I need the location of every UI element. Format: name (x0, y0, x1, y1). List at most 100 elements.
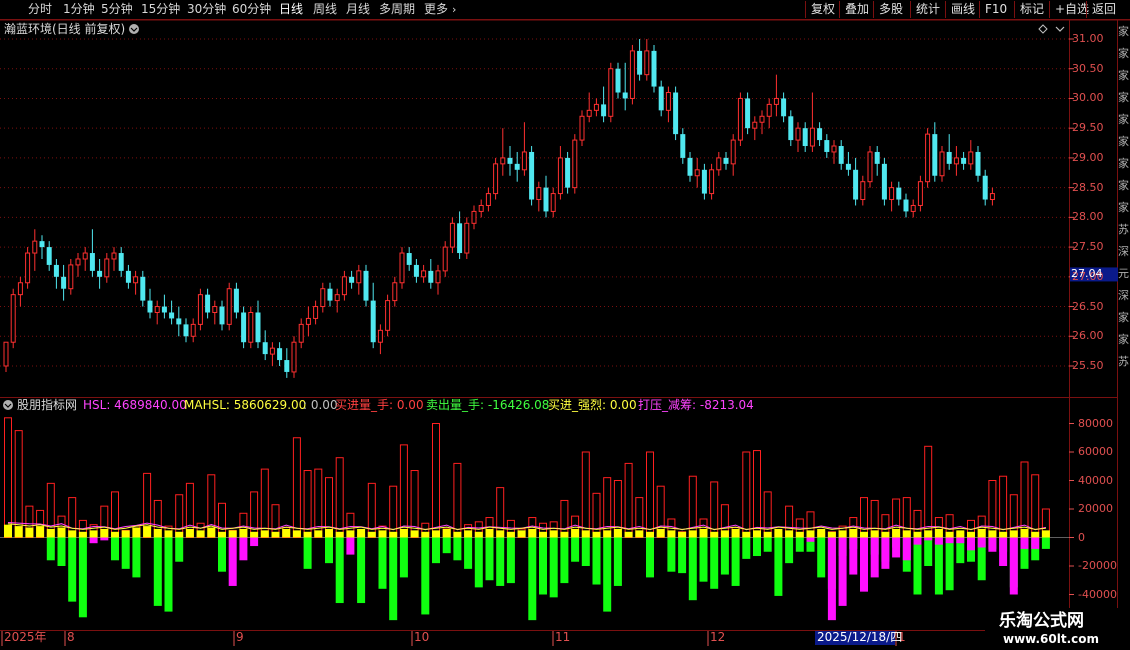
press-volume-bar (849, 537, 858, 575)
main-chart-title: 瀚蓝环境(日线 前复权) (4, 22, 126, 36)
strong-buy-bar (314, 530, 323, 538)
candle-body-down (817, 128, 823, 141)
diamond-icon (1038, 24, 1048, 34)
candle-body-down (601, 104, 607, 117)
press-volume-bar (892, 537, 901, 558)
sell-volume-bar (592, 537, 601, 585)
candle-body-down (61, 276, 67, 289)
strong-buy-bar (36, 526, 45, 538)
press-volume-bar (827, 537, 836, 621)
candle-body-down (529, 151, 535, 200)
strong-buy-bar (239, 528, 248, 538)
candle-body-down (53, 264, 59, 277)
candle-body-up (305, 317, 311, 325)
strong-buy-bar (506, 531, 515, 538)
strong-buy-bar (282, 528, 291, 538)
buy-volume-bar (111, 491, 119, 538)
strong-buy-bar (539, 531, 547, 538)
candle-body-down (845, 163, 851, 170)
sell-volume-bar (945, 537, 954, 591)
strong-buy-bar (464, 530, 473, 538)
indicator-readout: 打压_减筹: -8213.04 (638, 398, 754, 412)
candle-body-up (925, 133, 931, 183)
watermark: 乐淘公式网 www.60lt.com (985, 608, 1130, 650)
strong-buy-bar (271, 531, 280, 538)
date-tick-label: 10 (414, 630, 430, 644)
press-volume-bar (250, 537, 259, 547)
candle-body-up (500, 157, 506, 165)
strong-buy-bar (881, 531, 890, 538)
press-volume-bar (89, 537, 98, 544)
sell-volume-bar (303, 537, 312, 569)
candle-body-down (853, 169, 859, 200)
candle-body-up (557, 157, 563, 195)
sell-volume-bar (613, 537, 622, 586)
strong-buy-bar (913, 531, 922, 538)
sell-volume-bar (442, 537, 451, 554)
candle-body-up (25, 252, 31, 284)
strong-buy-bar (485, 528, 494, 538)
sell-volume-bar (688, 537, 697, 601)
strong-buy-bar (849, 528, 858, 538)
right-strip-char: 家 (1118, 157, 1129, 170)
sell-volume-bar (678, 537, 687, 574)
candle-body-up (917, 181, 923, 206)
sell-volume-bar (731, 537, 740, 586)
volume-tick-label: 0 (1078, 530, 1085, 544)
strong-buy-bar (410, 530, 419, 538)
right-strip-char: 家 (1118, 201, 1129, 214)
press-volume-bar (999, 537, 1008, 566)
sell-volume-bar (699, 537, 708, 582)
strong-buy-bar (25, 527, 34, 538)
candle-body-up (334, 294, 340, 302)
right-strip-char: 家 (1118, 135, 1129, 148)
sell-volume-bar (57, 537, 66, 566)
price-tick-label: 26.50 (1072, 299, 1104, 313)
candle-body-up (442, 246, 448, 272)
candle-body-down (349, 276, 355, 283)
press-volume-bar (239, 537, 248, 561)
strong-buy-bar (121, 530, 130, 538)
press-volume-bar (1020, 537, 1029, 549)
candle-body-up (572, 139, 578, 189)
strong-buy-bar (218, 531, 226, 538)
strong-buy-bar (945, 531, 954, 538)
strong-buy-bar (378, 530, 387, 538)
strong-buy-bar (100, 528, 109, 538)
strong-buy-bar (164, 530, 173, 538)
volume-tick-label: -20000 (1078, 559, 1117, 572)
sell-volume-bar (496, 537, 505, 586)
buy-volume-bar (860, 497, 868, 539)
sell-volume-bar (335, 537, 344, 604)
candle-body-down (701, 169, 707, 194)
title-dropdown-icon (129, 24, 139, 34)
strong-buy-bar (924, 530, 933, 538)
price-tag-label: 27.04 (1071, 267, 1103, 281)
candle-body-down (89, 253, 95, 271)
strong-buy-bar (624, 531, 633, 538)
candle-body-up (435, 270, 441, 284)
candle-body-down (183, 324, 189, 337)
date-tick-label: 8 (67, 630, 75, 644)
press-volume-bar (1009, 537, 1018, 595)
candle-body-up (291, 341, 297, 373)
sell-volume-bar (485, 537, 494, 581)
candle-body-up (320, 288, 326, 308)
strong-buy-bar (999, 531, 1008, 538)
indicator-readout: 卖出量_手: -16426.08 (426, 398, 550, 412)
strong-buy-bar (720, 530, 729, 538)
candle-body-down (788, 116, 794, 141)
candle-body-up (68, 264, 74, 290)
candle-body-down (46, 247, 52, 265)
candle-body-up (485, 193, 491, 206)
candle-body-up (226, 288, 232, 325)
strong-buy-bar (956, 530, 965, 538)
buy-volume-bar (581, 451, 590, 538)
sell-volume-bar (389, 537, 398, 621)
sell-volume-bar (913, 537, 922, 595)
candle-body-down (881, 163, 887, 200)
candle-body-down (975, 151, 981, 176)
sell-volume-bar (421, 537, 430, 615)
indicator-readout: MAHSL: 5860629.00 (184, 398, 307, 412)
candle-body-up (953, 157, 959, 165)
